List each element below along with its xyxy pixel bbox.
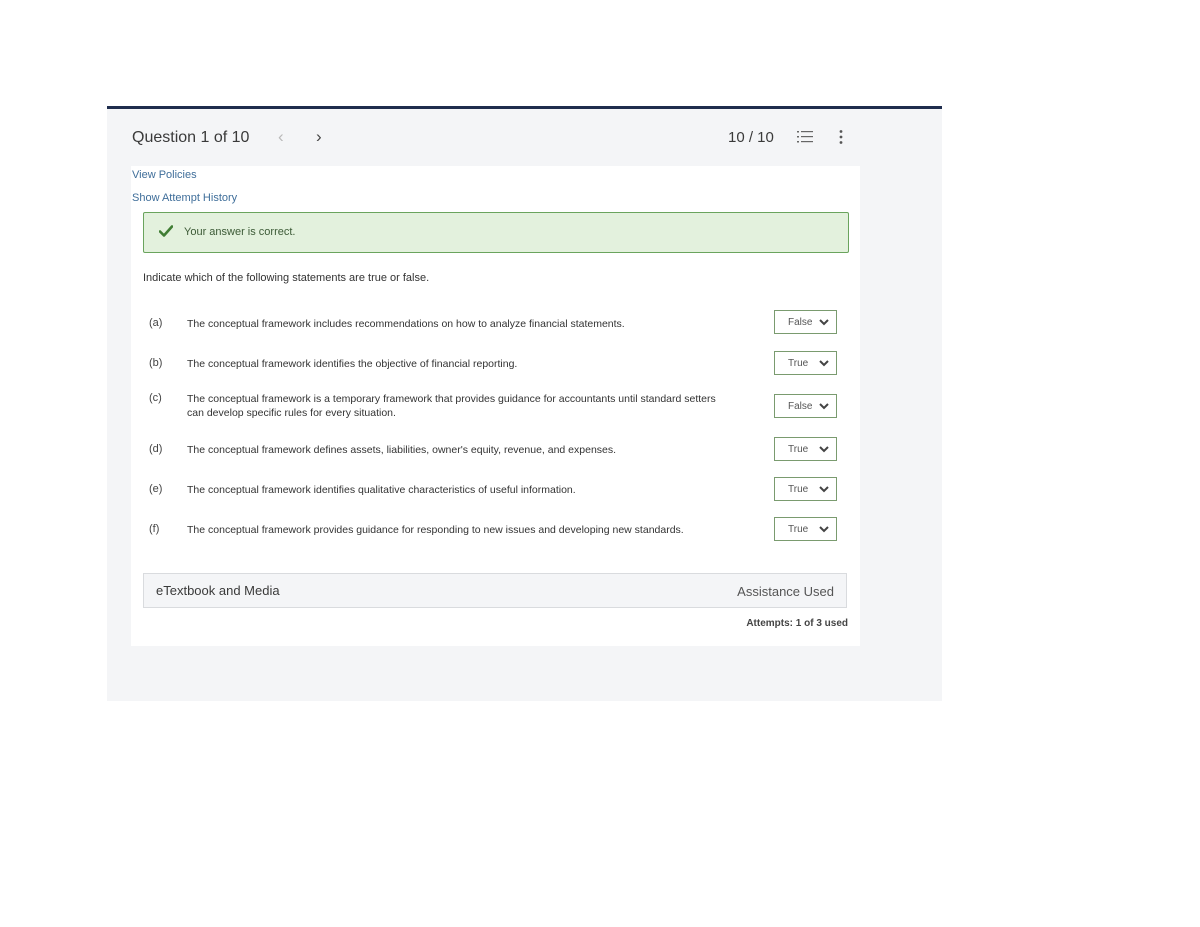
question-instructions: Indicate which of the following statemen… — [143, 272, 430, 284]
statement-text: The conceptual framework is a temporary … — [187, 393, 716, 419]
statement-label: (a) — [149, 317, 163, 329]
previous-question-button[interactable]: ‹ — [278, 127, 284, 147]
assistance-used-label: Assistance Used — [737, 584, 834, 599]
more-vertical-icon[interactable] — [838, 129, 844, 145]
list-icon[interactable] — [797, 130, 813, 144]
feedback-text: Your answer is correct. — [184, 226, 296, 238]
statement-label: (c) — [149, 392, 162, 404]
statement-text: The conceptual framework provides guidan… — [187, 524, 684, 536]
next-question-button[interactable]: › — [316, 127, 322, 147]
view-policies-link[interactable]: View Policies — [132, 169, 197, 181]
statement-label: (f) — [149, 523, 160, 535]
correct-answer-banner: Your answer is correct. — [143, 212, 849, 253]
answer-select-value: False — [788, 401, 813, 412]
answer-select-value: True — [788, 358, 809, 369]
answer-select[interactable]: False — [774, 310, 837, 334]
etextbook-title: eTextbook and Media — [156, 583, 280, 598]
statement-text: The conceptual framework identifies the … — [187, 358, 518, 370]
question-panel: Question 1 of 10 ‹ › 10 / 10 View Polici… — [107, 106, 942, 701]
statement-text: The conceptual framework identifies qual… — [187, 484, 576, 496]
question-title: Question 1 of 10 — [132, 129, 250, 146]
statement-label: (e) — [149, 483, 163, 495]
chevron-down-icon — [819, 446, 829, 453]
show-attempt-history-link[interactable]: Show Attempt History — [132, 192, 237, 204]
chevron-down-icon — [819, 360, 829, 367]
etextbook-media-panel[interactable]: eTextbook and Media Assistance Used — [143, 573, 847, 608]
chevron-down-icon — [819, 526, 829, 533]
score: 10 / 10 — [728, 129, 774, 146]
chevron-down-icon — [819, 319, 829, 326]
chevron-down-icon — [819, 486, 829, 493]
answer-select-value: True — [788, 524, 809, 535]
statement-label: (b) — [149, 357, 163, 369]
attempts-counter: Attempts: 1 of 3 used — [746, 618, 848, 629]
answer-select[interactable]: True — [774, 517, 837, 541]
question-header: Question 1 of 10 ‹ › 10 / 10 — [107, 109, 942, 166]
answer-select-value: True — [788, 444, 809, 455]
chevron-down-icon — [819, 403, 829, 410]
statement-text: The conceptual framework defines assets,… — [187, 444, 617, 456]
answer-select[interactable]: True — [774, 351, 837, 375]
statement-text: The conceptual framework includes recomm… — [187, 318, 625, 330]
answer-select[interactable]: True — [774, 477, 837, 501]
answer-select-value: True — [788, 484, 809, 495]
checkmark-icon — [159, 225, 173, 237]
statement-label: (d) — [149, 443, 163, 455]
answer-select[interactable]: False — [774, 394, 837, 418]
question-content: View Policies Show Attempt History Your … — [131, 166, 860, 646]
answer-select-value: False — [788, 317, 813, 328]
answer-select[interactable]: True — [774, 437, 837, 461]
